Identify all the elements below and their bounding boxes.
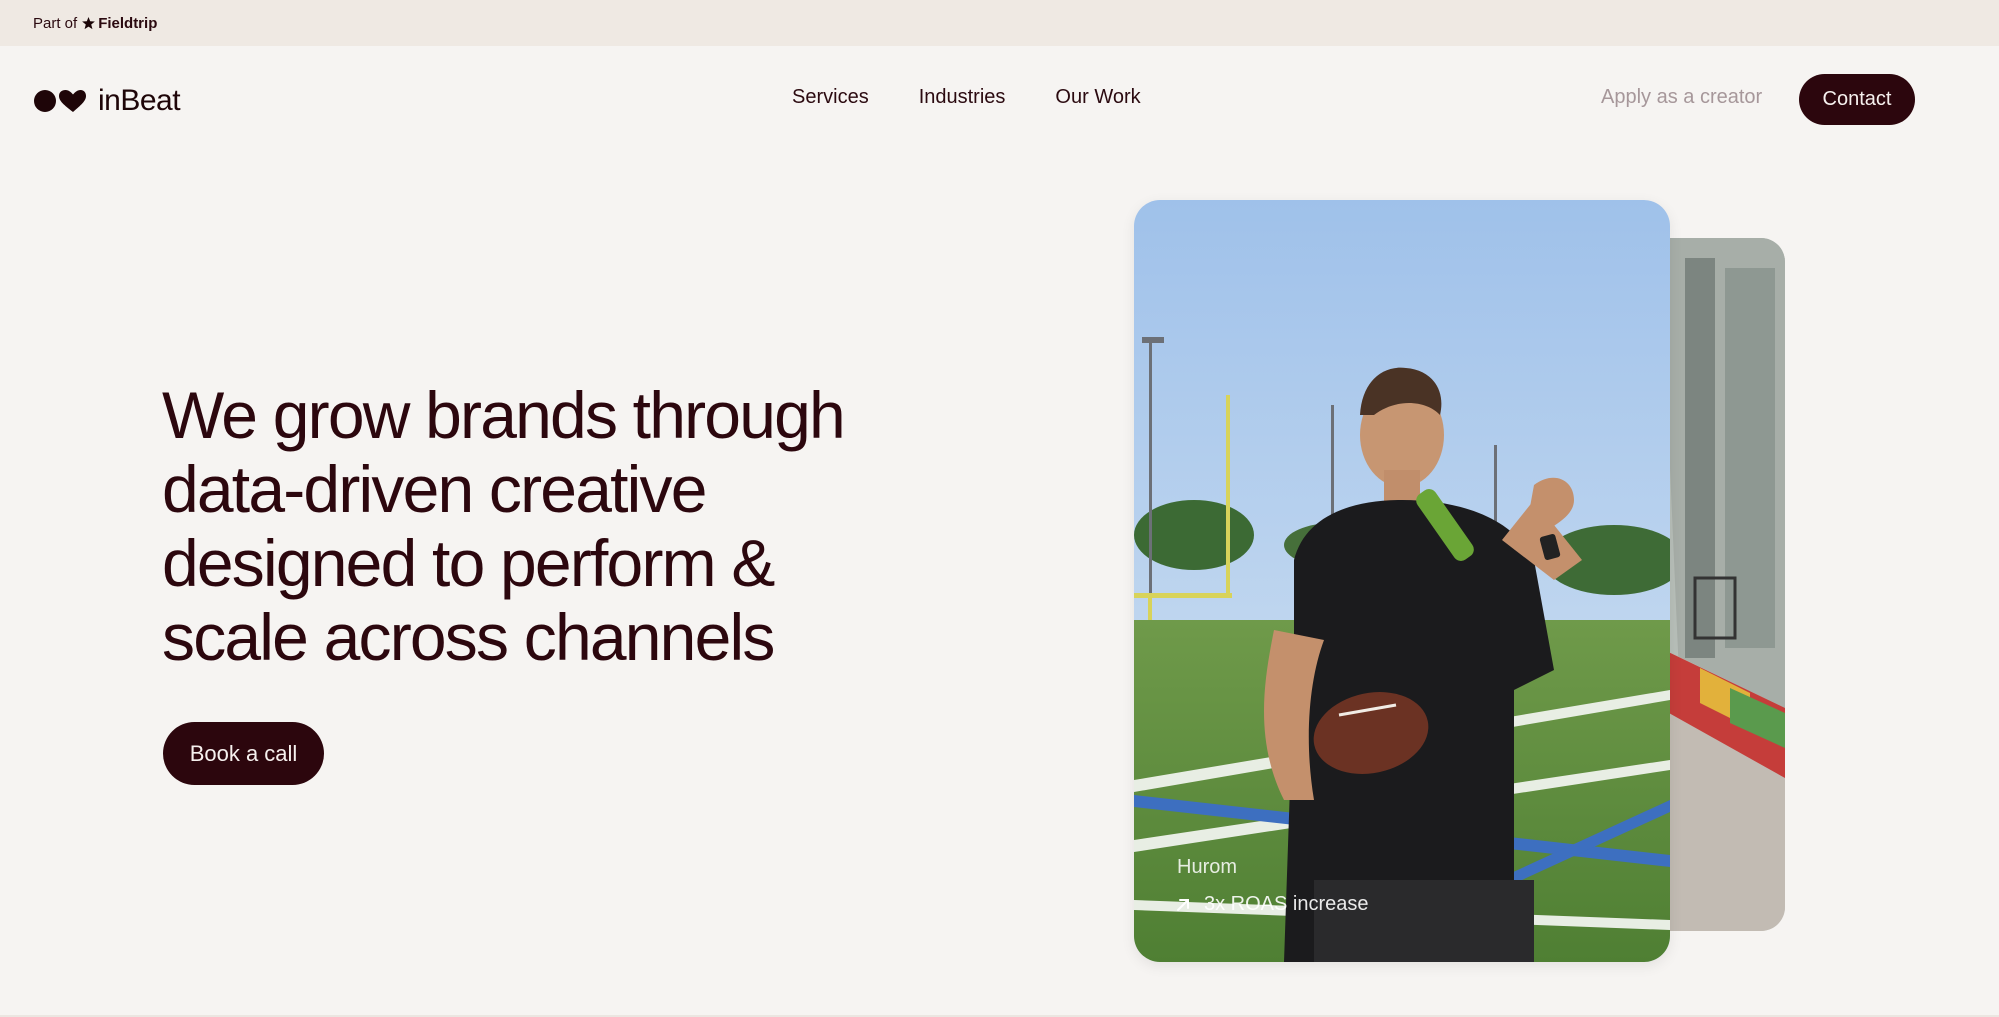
inbeat-logo-icon — [34, 89, 86, 113]
case-study-photo — [1134, 200, 1670, 962]
book-a-call-button[interactable]: Book a call — [163, 722, 324, 785]
main-nav: Services Industries Our Work — [792, 86, 1141, 109]
hero-title: We grow brands through data-driven creat… — [162, 378, 846, 674]
arrow-up-right-icon — [1174, 896, 1192, 914]
logo-text: inBeat — [98, 84, 181, 117]
nav-our-work[interactable]: Our Work — [1055, 86, 1140, 109]
case-brand-label: Hurom — [1177, 856, 1238, 878]
announcement-bar: Part of Fieldtrip — [0, 0, 1999, 46]
nav-industries[interactable]: Industries — [919, 86, 1006, 109]
inbeat-logo[interactable]: inBeat — [34, 84, 181, 118]
case-stat: 3x ROAS increase — [1174, 893, 1369, 916]
fieldtrip-link[interactable]: Fieldtrip — [98, 15, 157, 32]
part-of-label: Part of — [33, 14, 78, 32]
case-stat-text: 3x ROAS increase — [1204, 893, 1369, 915]
fieldtrip-star-icon — [81, 16, 96, 31]
featured-case-card[interactable]: Hurom 3x ROAS increase — [1134, 200, 1670, 962]
site-header: inBeat Services Industries Our Work Appl… — [0, 46, 1999, 152]
apply-as-creator-link[interactable]: Apply as a creator — [1601, 86, 1762, 109]
nav-services[interactable]: Services — [792, 86, 869, 109]
contact-button[interactable]: Contact — [1799, 74, 1915, 125]
